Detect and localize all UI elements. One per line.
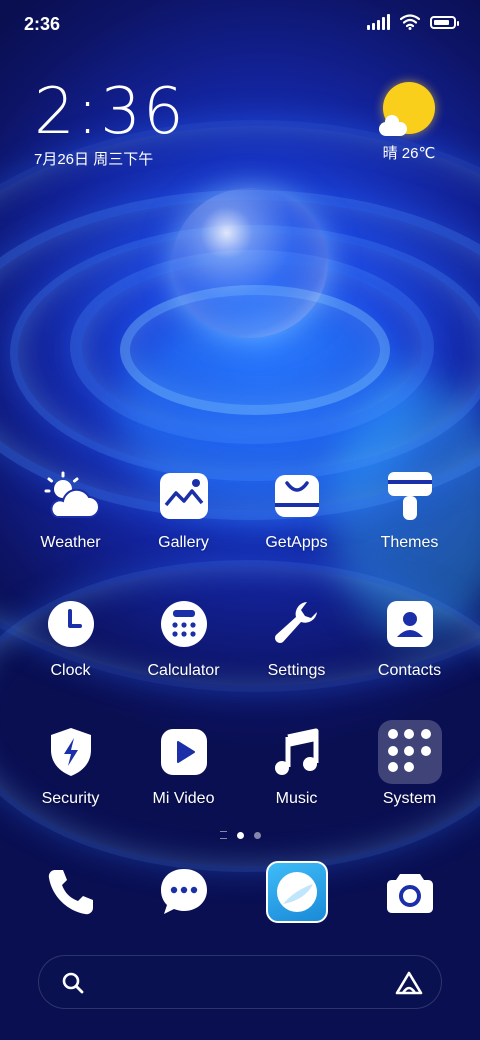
app-label: Themes — [380, 534, 439, 551]
page-indicator[interactable] — [0, 831, 480, 839]
search-icon — [62, 972, 84, 994]
app-label: Mi Video — [152, 790, 215, 807]
security-icon — [41, 722, 101, 782]
app-getapps[interactable]: GetApps — [240, 466, 353, 574]
calculator-icon — [154, 594, 214, 654]
dock — [14, 860, 466, 924]
app-label: Weather — [40, 534, 101, 551]
search-input[interactable] — [99, 970, 381, 998]
app-label: Security — [41, 790, 100, 807]
app-grid: Weather Gallery GetApps Themes Clock Cal… — [14, 466, 466, 830]
browser-icon[interactable] — [265, 860, 329, 924]
app-label: Music — [275, 790, 318, 807]
gallery-icon — [154, 466, 214, 526]
app-system-folder[interactable]: System — [353, 720, 466, 830]
weather-icon — [41, 466, 101, 526]
widget-date: 7月26日 周三下午 — [34, 151, 154, 168]
app-music[interactable]: Music — [240, 722, 353, 830]
app-themes[interactable]: Themes — [353, 466, 466, 574]
app-gallery[interactable]: Gallery — [127, 466, 240, 574]
assistant-icon[interactable] — [395, 971, 423, 995]
search-bar[interactable] — [38, 955, 442, 1009]
app-label: Calculator — [147, 662, 220, 679]
app-calculator[interactable]: Calculator — [127, 594, 240, 702]
app-settings[interactable]: Settings — [240, 594, 353, 702]
clock-icon — [41, 594, 101, 654]
app-contacts[interactable]: Contacts — [353, 594, 466, 702]
getapps-icon — [267, 466, 327, 526]
page-dot — [253, 831, 261, 839]
app-label: System — [382, 790, 437, 807]
signal-icon — [367, 14, 390, 30]
settings-icon — [267, 594, 327, 654]
page-list-icon — [219, 831, 227, 839]
app-label: Contacts — [377, 662, 442, 679]
messages-icon[interactable] — [152, 860, 216, 924]
weather-widget[interactable]: 晴 26℃ — [374, 82, 444, 163]
contacts-icon — [380, 594, 440, 654]
app-label: Settings — [267, 662, 326, 679]
status-time: 2:36 — [24, 14, 61, 34]
app-weather[interactable]: Weather — [14, 466, 127, 574]
camera-icon[interactable] — [378, 860, 442, 924]
app-clock[interactable]: Clock — [14, 594, 127, 702]
clock-widget[interactable]: 2:36 7月26日 周三下午 — [34, 78, 186, 169]
sunny-cloud-icon — [379, 82, 435, 136]
themes-icon — [380, 466, 440, 526]
app-label: Gallery — [158, 534, 209, 551]
music-icon — [267, 722, 327, 782]
weather-condition-temp: 晴 26℃ — [382, 145, 436, 162]
app-mi-video[interactable]: Mi Video — [127, 722, 240, 830]
app-security[interactable]: Security — [14, 722, 127, 830]
widget-time: 2:36 — [34, 75, 186, 149]
app-label: Clock — [50, 662, 91, 679]
app-label: GetApps — [265, 534, 328, 551]
mi-video-icon — [154, 722, 214, 782]
wifi-icon — [400, 14, 420, 30]
battery-icon — [430, 15, 459, 29]
status-bar: 2:36 — [0, 0, 480, 50]
folder-icon — [377, 720, 442, 784]
page-dot-active — [236, 831, 244, 839]
phone-icon[interactable] — [39, 860, 103, 924]
